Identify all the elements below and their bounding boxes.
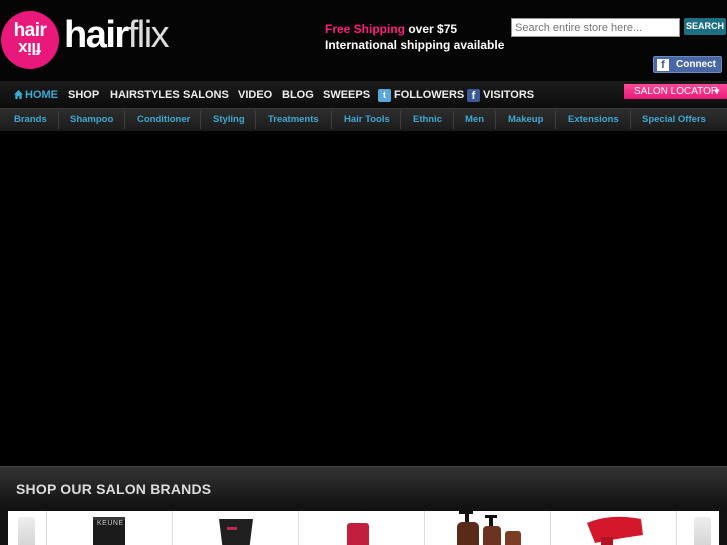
search-button[interactable]: SEARCH xyxy=(684,18,726,35)
salon-brands-section: SHOP OUR SALON BRANDS KEUNE xyxy=(0,466,727,545)
nav-sweeps[interactable]: SWEEPS xyxy=(323,89,370,101)
product-tube[interactable] xyxy=(172,511,297,545)
product-red-dryer[interactable] xyxy=(550,511,675,545)
category-divider xyxy=(453,111,454,129)
wordmark-light: flix xyxy=(127,14,170,56)
category-hair-tools[interactable]: Hair Tools xyxy=(344,114,390,125)
category-divider xyxy=(555,111,556,129)
product-image xyxy=(587,516,643,545)
category-divider xyxy=(124,111,125,129)
nav-blog[interactable]: BLOG xyxy=(282,89,314,101)
search-input[interactable] xyxy=(511,18,680,37)
product-image xyxy=(219,519,253,545)
nav-shop[interactable]: SHOP xyxy=(68,89,99,101)
section-title: SHOP OUR SALON BRANDS xyxy=(16,481,212,497)
category-conditioner[interactable]: Conditioner xyxy=(137,114,190,125)
nav-video[interactable]: VIDEO xyxy=(238,89,272,101)
nav-visitors[interactable]: VISITORS xyxy=(483,89,534,101)
facebook-icon: f xyxy=(657,59,669,71)
shipping-promo: Free Shipping over $75 International shi… xyxy=(325,21,504,53)
category-divider xyxy=(630,111,631,129)
main-nav: HOME SHOP HAIRSTYLES SALONS VIDEO BLOG S… xyxy=(0,81,727,108)
salon-locator-label: SALON LOCATOR xyxy=(634,86,719,97)
facebook-connect-label: Connect xyxy=(676,59,716,70)
category-nav: Brands Shampoo Conditioner Styling Treat… xyxy=(0,108,727,131)
promo-rest: over $75 xyxy=(405,22,458,36)
promo-highlight: Free Shipping xyxy=(325,22,406,36)
site-header: hair flix hairflix Free Shipping over $7… xyxy=(0,0,727,81)
category-extensions[interactable]: Extensions xyxy=(568,114,619,125)
promo-international: International shipping available xyxy=(325,38,505,52)
facebook-icon: f xyxy=(467,89,480,102)
salon-locator-dropdown[interactable]: SALON LOCATOR ▼ xyxy=(624,84,727,99)
logo-wordmark[interactable]: hairflix xyxy=(64,14,170,56)
product-brand-label: KEUNE xyxy=(97,520,124,527)
nav-salons[interactable]: SALONS xyxy=(183,89,229,101)
nav-home[interactable]: HOME xyxy=(25,89,58,101)
category-makeup[interactable]: Makeup xyxy=(508,114,543,125)
category-divider xyxy=(200,111,201,129)
category-men[interactable]: Men xyxy=(465,114,484,125)
product-pump-bottles[interactable] xyxy=(424,511,549,545)
category-divider xyxy=(255,111,256,129)
chevron-down-icon: ▼ xyxy=(713,87,721,96)
category-shampoo[interactable]: Shampoo xyxy=(70,114,113,125)
category-divider xyxy=(495,111,496,129)
category-ethnic[interactable]: Ethnic xyxy=(413,114,442,125)
carousel-prev-button[interactable] xyxy=(18,517,35,545)
category-divider xyxy=(331,111,332,129)
logo-badge[interactable]: hair flix xyxy=(1,11,59,69)
carousel-next-button[interactable] xyxy=(694,517,711,545)
wordmark-bold: hair xyxy=(64,14,129,56)
twitter-icon: t xyxy=(378,89,391,102)
facebook-connect-button[interactable]: f Connect xyxy=(653,56,722,73)
product-image xyxy=(457,511,521,545)
product-keune[interactable]: KEUNE xyxy=(46,511,171,545)
category-brands[interactable]: Brands xyxy=(14,114,47,125)
logo-badge-bottom: flix xyxy=(18,39,42,58)
category-divider xyxy=(400,111,401,129)
product-red-bottle[interactable] xyxy=(298,511,423,545)
nav-hairstyles[interactable]: HAIRSTYLES xyxy=(110,89,180,101)
category-special-offers[interactable]: Special Offers xyxy=(642,114,706,125)
category-divider xyxy=(58,111,59,129)
home-icon xyxy=(14,90,23,99)
product-image xyxy=(347,523,369,545)
nav-followers[interactable]: FOLLOWERS xyxy=(394,89,464,101)
category-treatments[interactable]: Treatments xyxy=(268,114,319,125)
hero-banner[interactable] xyxy=(0,131,727,466)
category-styling[interactable]: Styling xyxy=(213,114,245,125)
brands-carousel: KEUNE xyxy=(8,511,719,545)
